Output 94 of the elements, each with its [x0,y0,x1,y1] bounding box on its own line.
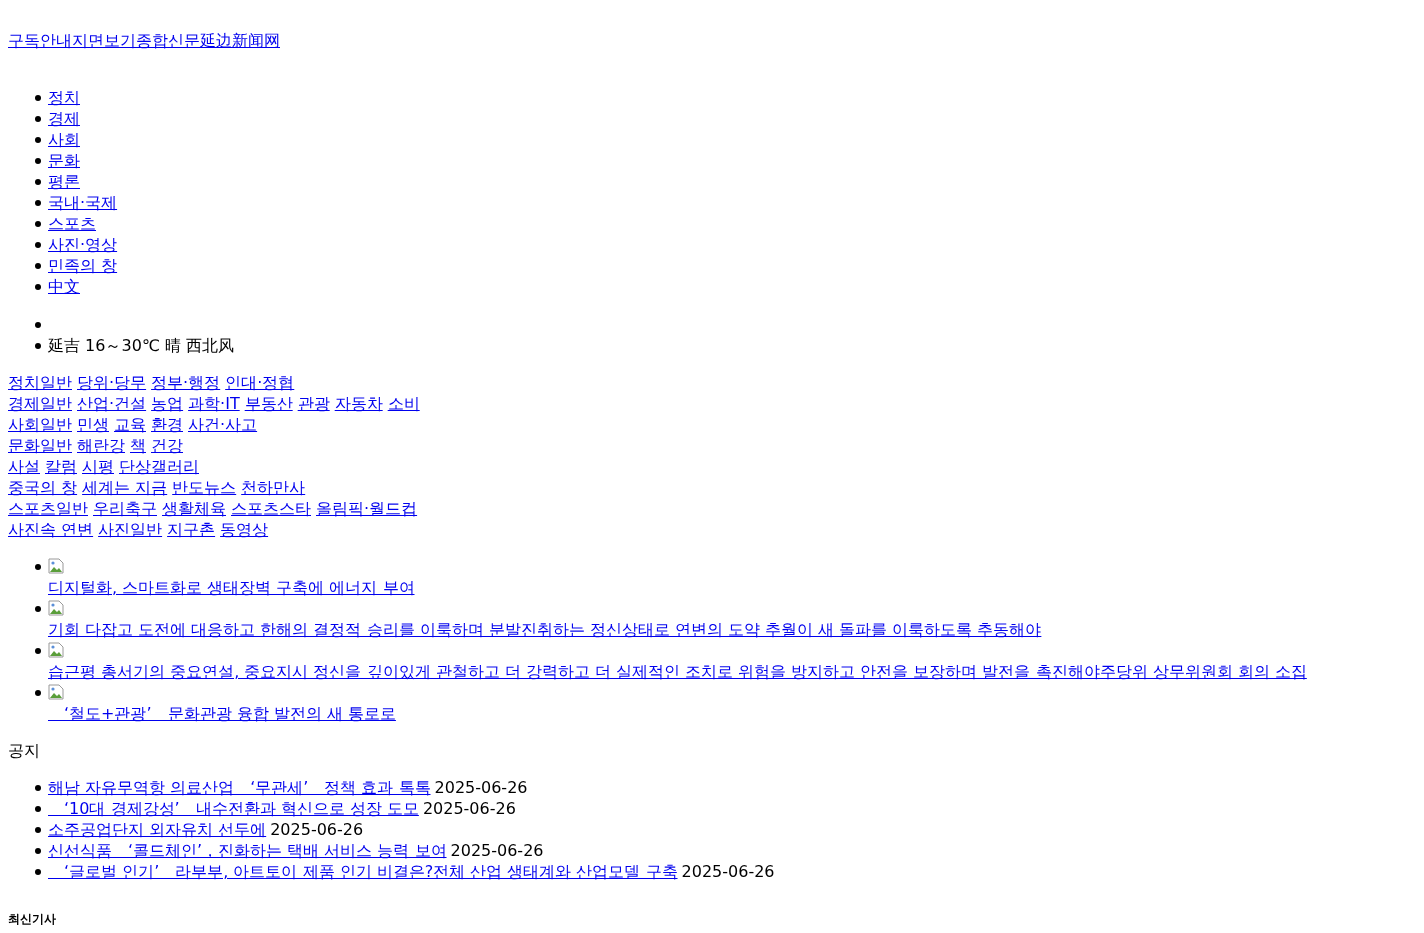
nav-link[interactable]: 경제 [48,108,80,129]
notice-date: 2025-06-26 [681,861,775,882]
nav-link[interactable]: 정치 [48,87,80,108]
category-link[interactable]: 스포츠일반 [8,498,88,519]
bullet-icon [35,343,41,349]
notice-date: 2025-06-26 [270,819,364,840]
bullet-icon [35,785,41,791]
category-link[interactable]: 칼럼 [45,456,77,477]
nav-link[interactable]: 스포츠 [48,213,96,234]
category-link[interactable]: 생활체육 [162,498,226,519]
category-link[interactable]: 사진속 연변 [8,519,94,540]
header-link[interactable]: 종합신문 [136,30,200,51]
nav-link[interactable]: 中文 [48,276,80,297]
bullet-icon [35,158,41,164]
category-link[interactable]: 동영상 [220,519,269,540]
bullet-icon [35,648,41,654]
notice-date: 2025-06-26 [422,798,516,819]
bullet-icon [35,284,41,290]
nav-link[interactable]: 사회 [48,129,80,150]
category-link[interactable]: 농업 [151,393,184,414]
category-link[interactable]: 문화일반 [8,435,72,456]
bullet-icon [35,322,41,328]
broken-image-icon [48,600,64,616]
notice-link[interactable]: 신선식품 ‘콜드체인’，진화하는 택배 서비스 능력 보여 [48,840,447,861]
category-link[interactable]: 세계는 지금 [82,477,168,498]
notice-link[interactable]: 해남 자유무역항 의료산업 ‘무관세’ 정책 효과 톡톡 [48,777,431,798]
bullet-icon [35,137,41,143]
category-link[interactable]: 민생 [77,414,109,435]
article-link[interactable]: ‘철도+관광’ 문화관광 융합 발전의 새 통로로 [48,703,396,724]
category-link[interactable]: 인대·정협 [225,372,295,393]
notice-date: 2025-06-26 [450,840,544,861]
bullet-icon [35,95,41,101]
category-link[interactable]: 당위·당무 [77,372,147,393]
category-link[interactable]: 사건·사고 [188,414,258,435]
category-link[interactable]: 지구촌 [167,519,216,540]
notice-date: 2025-06-26 [434,777,528,798]
category-link[interactable]: 천하만사 [241,477,306,498]
category-link[interactable]: 환경 [151,414,183,435]
category-link[interactable]: 부동산 [244,393,293,414]
bullet-icon [35,606,41,612]
article-link[interactable]: 습근평 총서기의 중요연설, 중요지시 정신을 깊이있게 관철하고 더 강력하고 더 실제적인 조치로 위험을 방지하고 안전을 보장하며 발전을 촉진해야주당위 상무위원회 회의 소집 [48,661,1307,682]
category-link[interactable]: 교육 [114,414,146,435]
notice-link[interactable]: 소주공업단지 외자유치 선두에 [48,819,267,840]
weather-text: 延吉 16～30℃ 晴 西北风 [48,335,234,356]
category-link[interactable]: 시평 [82,456,114,477]
notice-link[interactable]: ‘10대 경제강성’ 내수전환과 혁신으로 성장 도모 [48,798,419,819]
category-link[interactable]: 경제일반 [8,393,72,414]
bullet-icon [35,116,41,122]
section-heading: 공지 [8,740,41,761]
category-link[interactable]: 해란강 [77,435,125,456]
section-heading: 최신기사 [8,911,57,928]
bullet-icon [35,221,41,227]
category-link[interactable]: 우리축구 [93,498,157,519]
article-link[interactable]: 디지털화, 스마트화로 생태장벽 구축에 에너지 부여 [48,577,415,598]
notice-link[interactable]: ‘글로벌 인기’ 라부부, 아트토이 제품 인기 비결은?전체 산업 생태계와 산업모델 구축 [48,861,678,882]
broken-image-icon [48,642,64,658]
category-link[interactable]: 책 [130,435,146,456]
bullet-icon [35,869,41,875]
category-link[interactable]: 사진일반 [98,519,163,540]
broken-image-icon [48,558,64,574]
category-link[interactable]: 반도뉴스 [172,477,237,498]
category-link[interactable]: 스포츠스타 [231,498,311,519]
nav-link[interactable]: 평론 [48,171,80,192]
category-link[interactable]: 단상갤러리 [119,456,199,477]
category-link[interactable]: 건강 [151,435,183,456]
category-link[interactable]: 올림픽·월드컵 [316,498,418,519]
category-link[interactable]: 관광 [297,393,330,414]
category-link[interactable]: 소비 [387,393,420,414]
bullet-icon [35,200,41,206]
bullet-icon [35,690,41,696]
category-link[interactable]: 정부·행정 [151,372,221,393]
bullet-icon [35,806,41,812]
category-link[interactable]: 사회일반 [8,414,72,435]
category-link[interactable]: 중국의 창 [8,477,78,498]
header-link[interactable]: 延边新闻网 [200,30,280,51]
bullet-icon [35,827,41,833]
nav-link[interactable]: 사진·영상 [48,234,118,255]
bullet-icon [35,263,41,269]
bullet-icon [35,242,41,248]
nav-link[interactable]: 문화 [48,150,80,171]
header-link[interactable]: 지면보기 [72,30,136,51]
category-link[interactable]: 정치일반 [8,372,72,393]
bullet-icon [35,564,41,570]
header-link[interactable]: 구독안내 [8,30,72,51]
nav-link[interactable]: 국내·국제 [48,192,118,213]
category-link[interactable]: 자동차 [334,393,383,414]
bullet-icon [35,179,41,185]
broken-image-icon [48,684,64,700]
category-link[interactable]: 사설 [8,456,40,477]
nav-link[interactable]: 민족의 창 [48,255,118,276]
category-link[interactable]: 과학·IT [188,393,240,414]
category-link[interactable]: 산업·건설 [77,393,147,414]
bullet-icon [35,848,41,854]
article-link[interactable]: 기회 다잡고 도전에 대응하고 한해의 결정적 승리를 이룩하며 분발진취하는 정신상태로 연변의 도약 추월이 새 돌파를 이룩하도록 추동해야 [48,619,1042,640]
